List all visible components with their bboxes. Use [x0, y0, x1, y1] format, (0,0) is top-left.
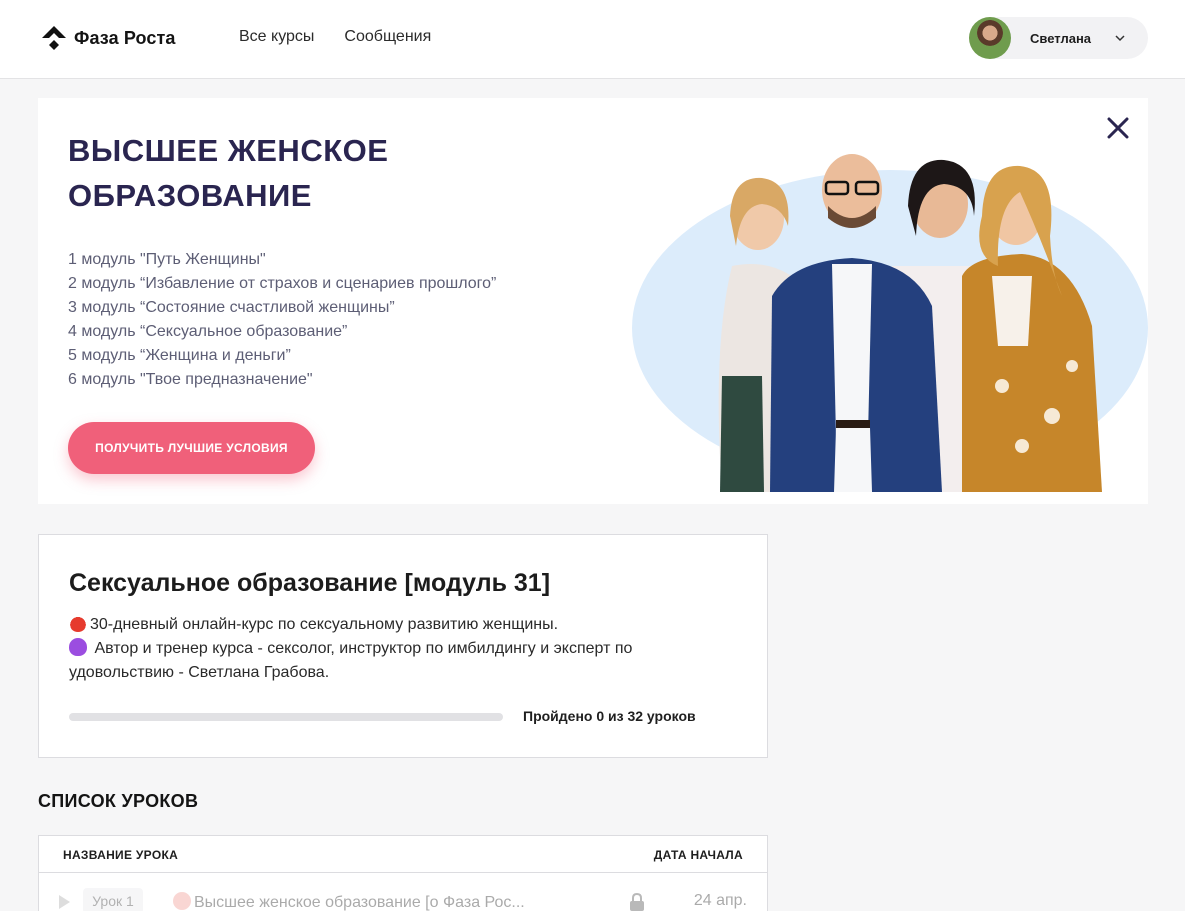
user-name: Светлана — [1030, 30, 1092, 46]
strawberry-icon — [69, 614, 87, 632]
module-list: 1 модуль "Путь Женщины" 2 модуль “Избавл… — [68, 248, 496, 392]
col-lesson-name: НАЗВАНИЕ УРОКА — [63, 848, 179, 862]
course-description: 30-дневный онлайн-курс по сексуальному р… — [69, 613, 689, 685]
lessons-table: НАЗВАНИЕ УРОКА ДАТА НАЧАЛА Урок 1 Высшее… — [38, 835, 768, 911]
course-desc-line2: Автор и тренер курса - сексолог, инструк… — [69, 640, 633, 681]
course-title: Сексуальное образование [модуль 31] — [69, 569, 551, 597]
main-nav: Все курсы Сообщения — [239, 28, 431, 46]
module-item: 6 модуль "Твое предназначение" — [68, 371, 313, 388]
module-item: 4 модуль “Сексуальное образование” — [68, 323, 348, 340]
lesson-name: Высшее женское образование [о Фаза Рос..… — [173, 892, 525, 911]
promo-banner: ВЫСШЕЕ ЖЕНСКОЕ ОБРАЗОВАНИЕ 1 модуль "Пут… — [38, 98, 1148, 504]
lesson-number: Урок 1 — [83, 888, 143, 911]
table-header: НАЗВАНИЕ УРОКА ДАТА НАЧАЛА — [39, 836, 767, 873]
chevron-down-icon — [1115, 35, 1125, 42]
lessons-section-title: СПИСОК УРОКОВ — [38, 791, 199, 811]
purple-heart-icon — [69, 638, 87, 656]
lesson-date: 24 апр. — [693, 892, 747, 909]
progress-text: Пройдено 0 из 32 уроков — [523, 708, 696, 724]
hero-image — [632, 154, 1148, 492]
banner-title: ВЫСШЕЕ ЖЕНСКОЕ ОБРАЗОВАНИЕ — [68, 133, 389, 213]
table-row[interactable]: Урок 1 Высшее женское образование [о Фаз… — [39, 873, 767, 911]
module-item: 3 модуль “Состояние счастливой женщины” — [68, 299, 395, 316]
course-desc-line1: 30-дневный онлайн-курс по сексуальному р… — [90, 616, 559, 633]
col-start-date: ДАТА НАЧАЛА — [653, 848, 743, 862]
nav-all-courses[interactable]: Все курсы — [239, 28, 314, 46]
module-item: 1 модуль "Путь Женщины" — [68, 251, 266, 268]
logo[interactable]: Фаза Роста — [40, 24, 175, 52]
course-card: Сексуальное образование [модуль 31] 30-д… — [38, 534, 768, 758]
play-icon — [59, 895, 70, 909]
module-item: 2 модуль “Избавление от страхов и сценар… — [68, 275, 497, 292]
progress-bar — [69, 713, 503, 721]
logo-text: Фаза Роста — [74, 27, 176, 48]
user-menu[interactable]: Светлана — [969, 17, 1148, 59]
logo-icon — [42, 26, 66, 50]
top-header: Фаза Роста Все курсы Сообщения Светлана — [0, 0, 1185, 79]
lock-icon — [630, 893, 644, 911]
module-item: 5 модуль “Женщина и деньги” — [68, 347, 291, 364]
close-icon[interactable] — [1106, 116, 1130, 140]
lesson-name-text: Высшее женское образование [о Фаза Рос..… — [194, 894, 525, 911]
get-offer-button[interactable]: ПОЛУЧИТЬ ЛУЧШИЕ УСЛОВИЯ — [68, 422, 315, 474]
nav-messages[interactable]: Сообщения — [344, 28, 431, 46]
avatar — [969, 17, 1011, 59]
brain-icon — [173, 892, 191, 910]
